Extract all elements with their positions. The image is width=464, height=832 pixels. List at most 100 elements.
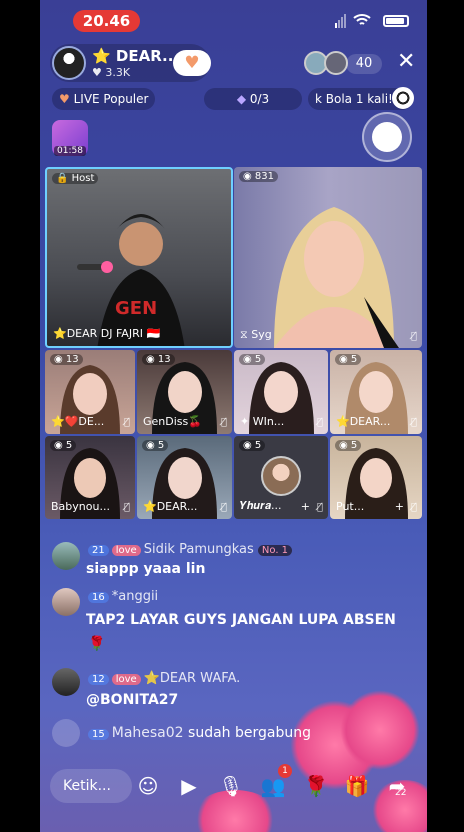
tile-count: 831 xyxy=(254,171,274,182)
rose-icon: 🌹 xyxy=(88,636,106,652)
follow-heart-button[interactable]: ♥ xyxy=(173,50,211,76)
emoji-icon[interactable]: ☺ xyxy=(133,771,163,801)
video-tile[interactable]: ◉ 5 𝒀𝒉𝒖𝒓𝒂... + 🎙̸ xyxy=(234,436,328,519)
tile-count: 5 xyxy=(157,440,165,451)
tile-count: 5 xyxy=(350,354,358,365)
tile-count: 5 xyxy=(254,354,262,365)
live-populer-badge[interactable]: ♥ LIVE Populer xyxy=(52,88,156,110)
chat-avatar[interactable] xyxy=(52,668,80,696)
chat-username[interactable]: Sidik Pamungkas xyxy=(144,542,254,557)
tile-count: 13 xyxy=(157,354,171,365)
tile-name: GenDiss🍒 xyxy=(143,415,202,428)
join-text: sudah bergabung xyxy=(188,725,311,741)
tile-count-badge: ◉ 5 xyxy=(335,440,362,451)
signal-icon xyxy=(335,14,346,28)
mic-muted-icon: 🎙̸ xyxy=(123,502,130,513)
tile-name: Put... xyxy=(336,500,365,513)
comment-input[interactable]: Ketik... xyxy=(50,769,132,803)
video-tile[interactable]: ◉ 831 ⧖ Syg 🎙̸ xyxy=(234,167,422,348)
plus-icon[interactable]: + xyxy=(301,500,310,513)
host-label: 🔒 Host xyxy=(52,173,99,184)
rank-badge: No. 1 xyxy=(257,545,293,556)
host-video: GEN xyxy=(77,214,185,346)
notification-badge: 1 xyxy=(278,764,292,778)
wifi-icon xyxy=(353,14,371,25)
video-tile[interactable]: ◉ 13 GenDiss🍒 🎙̸ xyxy=(137,350,232,434)
tile-name: ✦ WIn... xyxy=(240,415,285,428)
chat-username[interactable]: Mahesa02 xyxy=(112,725,184,741)
video-tile[interactable]: ◉ 5 Babynou... 🎙̸ xyxy=(45,436,135,519)
tile-count: 13 xyxy=(65,354,79,365)
tile-name: ⧖ Syg xyxy=(240,328,272,341)
mic-muted-icon: 🎙̸ xyxy=(316,502,323,513)
tile-name: 𝒀𝒉𝒖𝒓𝒂... xyxy=(240,499,282,512)
battery-icon xyxy=(383,15,409,27)
mic-muted-icon: 🎙̸ xyxy=(410,502,417,513)
tile-name: ⭐DEAR... xyxy=(336,415,391,428)
chat-header: 16 *anggii xyxy=(88,589,158,604)
chat-username[interactable]: ⭐DEAR WAFA. xyxy=(144,671,241,686)
tile-name: ⭐DEAR DJ FAJRI 🇮🇩 xyxy=(53,327,161,340)
chat-avatar[interactable] xyxy=(52,542,80,570)
video-camera-icon[interactable]: ▶ xyxy=(174,771,204,801)
viewer-count[interactable]: 40 xyxy=(346,54,382,74)
tile-count-badge: ◉ 5 xyxy=(50,440,77,451)
video-tile[interactable]: ◉ 5 Put... + 🎙̸ xyxy=(330,436,422,519)
gift-icon[interactable]: 🎁 xyxy=(342,771,372,801)
soccer-ball-icon[interactable] xyxy=(392,87,414,109)
plus-icon[interactable]: + xyxy=(395,500,404,513)
video-tile[interactable]: ◉ 13 ⭐❤️DE... 🎙̸ xyxy=(45,350,135,434)
chat-message: @BONITA27 xyxy=(86,692,179,708)
tile-name: ⭐DEAR... xyxy=(143,500,198,513)
task-progress[interactable]: ◆ 0/3 xyxy=(204,88,302,110)
chat-message: TAP2 LAYAR GUYS JANGAN LUPA ABSEN xyxy=(86,612,396,628)
host-name: ⭐ DEAR... xyxy=(92,47,180,65)
gift-timer: 01:58 xyxy=(54,146,86,156)
mic-muted-icon: 🎙̸ xyxy=(410,417,417,428)
tile-count-badge: ◉ 831 xyxy=(239,171,278,182)
video-tile-host[interactable]: GEN 🔒 Host ⭐DEAR DJ FAJRI 🇮🇩 xyxy=(45,167,233,348)
svg-text:GEN: GEN xyxy=(115,298,157,319)
tile-count: 5 xyxy=(254,440,262,451)
love-tag: love xyxy=(111,545,141,556)
status-time: 20.46 xyxy=(73,10,140,32)
chat-avatar[interactable] xyxy=(52,588,80,616)
heart-effect xyxy=(340,690,420,770)
join-message: 15 Mahesa02 sudah bergabung xyxy=(88,725,311,741)
video-tile[interactable]: ◉ 5 ⭐DEAR... 🎙̸ xyxy=(137,436,232,519)
tile-count-badge: ◉ 5 xyxy=(239,440,266,451)
love-tag: love xyxy=(111,674,141,685)
video-tile[interactable]: ◉ 5 ✦ WIn... 🎙̸ xyxy=(234,350,328,434)
crystal-icon: ◆ xyxy=(236,92,247,106)
record-button[interactable] xyxy=(362,112,412,162)
guest-avatar xyxy=(261,456,301,496)
mic-muted-icon[interactable]: 🎙 xyxy=(216,771,246,801)
mic-muted-icon: 🎙̸ xyxy=(220,417,227,428)
tile-count-badge: ◉ 13 xyxy=(142,354,175,365)
task-progress-text: 0/3 xyxy=(249,92,270,106)
tile-name: ⭐❤️DE... xyxy=(51,415,105,428)
mic-muted-icon: 🎙̸ xyxy=(220,502,227,513)
rose-gift-icon[interactable]: 🌹 xyxy=(301,771,331,801)
level-badge: 12 xyxy=(88,674,109,685)
tile-count: 5 xyxy=(65,440,73,451)
mic-muted-icon: 🎙̸ xyxy=(123,417,130,428)
chat-header: 12 love ⭐DEAR WAFA. xyxy=(88,671,240,686)
chat-username[interactable]: *anggii xyxy=(112,589,158,604)
host-likes: ♥ 3.3K xyxy=(92,66,131,79)
viewer-avatar[interactable] xyxy=(324,51,348,75)
ticker-text: k Bola 1 kali! xyxy=(315,92,393,106)
tile-name-text: Syg xyxy=(251,328,272,341)
tile-count-badge: ◉ 5 xyxy=(335,354,362,365)
tile-count-badge: ◉ 13 xyxy=(50,354,83,365)
mic-muted-icon: 🎙̸ xyxy=(316,417,323,428)
host-avatar[interactable] xyxy=(52,46,86,80)
close-icon[interactable]: ✕ xyxy=(397,51,415,73)
tile-count-badge: ◉ 5 xyxy=(142,440,169,451)
video-tile[interactable]: ◉ 5 ⭐DEAR... 🎙̸ xyxy=(330,350,422,434)
level-badge: 16 xyxy=(88,592,109,603)
chat-header: 21 love Sidik Pamungkas No. 1 xyxy=(88,542,295,557)
tile-count-badge: ◉ 5 xyxy=(239,354,266,365)
share-count: 22 xyxy=(395,788,407,798)
level-badge: 21 xyxy=(88,545,109,556)
